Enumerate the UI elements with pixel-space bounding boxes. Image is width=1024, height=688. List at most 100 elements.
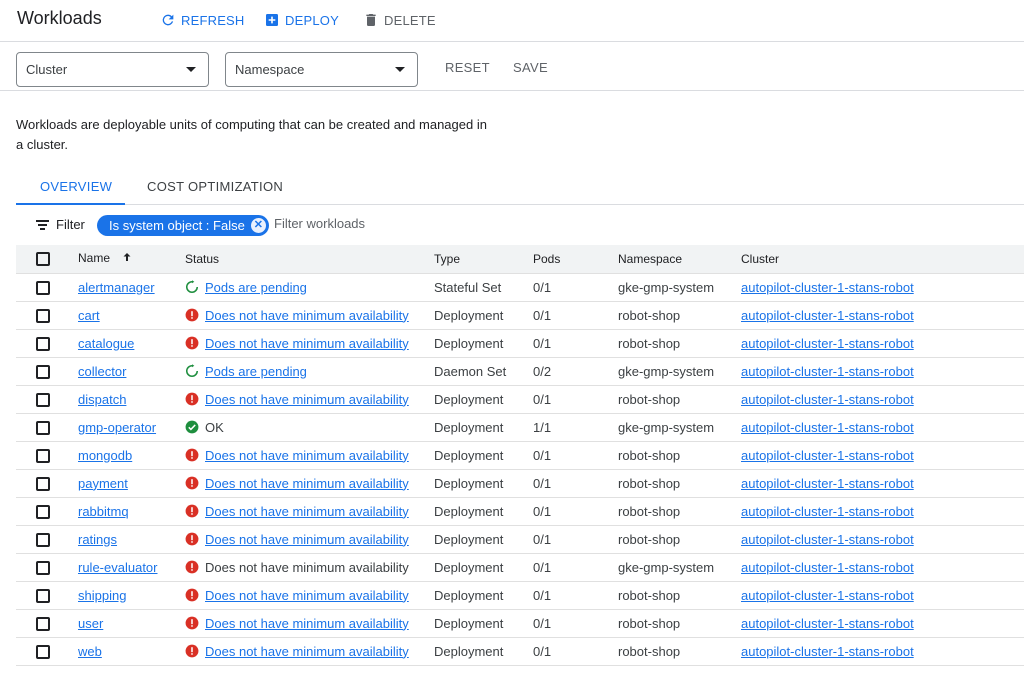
status-cell: Does not have minimum availability xyxy=(185,476,434,491)
cluster-link[interactable]: autopilot-cluster-1-stans-robot xyxy=(741,560,914,575)
row-checkbox[interactable] xyxy=(36,532,50,547)
column-header-name[interactable]: Name xyxy=(78,245,185,273)
cluster-link[interactable]: autopilot-cluster-1-stans-robot xyxy=(741,616,914,631)
pods-cell: 0/1 xyxy=(533,503,552,519)
refresh-label: REFRESH xyxy=(181,12,245,28)
pods-cell: 0/1 xyxy=(533,559,552,575)
status-text[interactable]: Does not have minimum availability xyxy=(205,532,409,547)
cluster-link[interactable]: autopilot-cluster-1-stans-robot xyxy=(741,504,914,519)
workload-name-link[interactable]: rabbitmq xyxy=(78,504,129,519)
cluster-select-value: Cluster xyxy=(26,62,68,77)
workload-name-link[interactable]: ratings xyxy=(78,532,117,547)
type-cell: Deployment xyxy=(434,419,504,435)
namespace-select[interactable]: Namespace xyxy=(225,52,418,87)
workload-name-link[interactable]: user xyxy=(78,616,103,631)
column-header-cluster[interactable]: Cluster xyxy=(741,245,1024,273)
type-cell: Deployment xyxy=(434,531,504,547)
status-text[interactable]: Does not have minimum availability xyxy=(205,588,409,603)
row-checkbox[interactable] xyxy=(36,336,50,351)
pods-cell: 0/1 xyxy=(533,335,552,351)
workloads-table: Name Status Type Pods Namespace Cluster … xyxy=(16,245,1024,666)
row-checkbox[interactable] xyxy=(36,420,50,435)
column-header-namespace[interactable]: Namespace xyxy=(618,245,741,273)
table-row: user Does not have minimum availability De… xyxy=(16,609,1024,637)
delete-button[interactable]: DELETE xyxy=(363,11,436,29)
workload-name-link[interactable]: web xyxy=(78,644,102,659)
row-checkbox[interactable] xyxy=(36,616,50,631)
column-header-status[interactable]: Status xyxy=(185,245,434,273)
cluster-link[interactable]: autopilot-cluster-1-stans-robot xyxy=(741,532,914,547)
deploy-button[interactable]: DEPLOY xyxy=(264,11,339,29)
status-text[interactable]: Does not have minimum availability xyxy=(205,336,409,351)
row-checkbox[interactable] xyxy=(36,448,50,463)
error-icon xyxy=(185,336,199,350)
cluster-link[interactable]: autopilot-cluster-1-stans-robot xyxy=(741,280,914,295)
namespace-cell: gke-gmp-system xyxy=(618,559,715,575)
pods-cell: 0/1 xyxy=(533,475,552,491)
trash-icon xyxy=(363,12,379,28)
status-text[interactable]: Pods are pending xyxy=(205,364,307,379)
row-checkbox[interactable] xyxy=(36,588,50,603)
row-checkbox[interactable] xyxy=(36,392,50,407)
workload-name-link[interactable]: dispatch xyxy=(78,392,126,407)
select-all-checkbox[interactable] xyxy=(36,252,50,267)
row-checkbox[interactable] xyxy=(36,644,50,659)
cluster-link[interactable]: autopilot-cluster-1-stans-robot xyxy=(741,392,914,407)
workload-name-link[interactable]: collector xyxy=(78,364,126,379)
row-checkbox[interactable] xyxy=(36,280,50,295)
workload-name-link[interactable]: cart xyxy=(78,308,100,323)
type-cell: Deployment xyxy=(434,391,504,407)
refresh-button[interactable]: REFRESH xyxy=(160,11,245,29)
workload-name-link[interactable]: catalogue xyxy=(78,336,134,351)
workload-name-link[interactable]: rule-evaluator xyxy=(78,560,158,575)
type-cell: Daemon Set xyxy=(434,363,507,379)
status-text[interactable]: Does not have minimum availability xyxy=(205,392,409,407)
cluster-link[interactable]: autopilot-cluster-1-stans-robot xyxy=(741,588,914,603)
chip-remove-icon[interactable]: ✕ xyxy=(250,218,266,233)
status-text[interactable]: Does not have minimum availability xyxy=(205,308,409,323)
table-row: gmp-operator OK Deployment 1/1 gke-gmp-syste… xyxy=(16,413,1024,441)
filter-button[interactable]: Filter xyxy=(36,217,85,232)
error-icon xyxy=(185,532,199,546)
error-icon xyxy=(185,448,199,462)
cluster-link[interactable]: autopilot-cluster-1-stans-robot xyxy=(741,420,914,435)
filter-chip[interactable]: Is system object : False ✕ xyxy=(97,215,269,236)
type-cell: Stateful Set xyxy=(434,279,502,295)
status-cell: Does not have minimum availability xyxy=(185,588,434,603)
column-header-pods[interactable]: Pods xyxy=(533,245,618,273)
status-text[interactable]: Does not have minimum availability xyxy=(205,616,409,631)
row-checkbox[interactable] xyxy=(36,476,50,491)
row-checkbox[interactable] xyxy=(36,504,50,519)
workload-name-link[interactable]: alertmanager xyxy=(78,280,155,295)
filter-workloads-input[interactable] xyxy=(274,216,574,231)
cluster-link[interactable]: autopilot-cluster-1-stans-robot xyxy=(741,336,914,351)
workload-name-link[interactable]: payment xyxy=(78,476,128,491)
cluster-link[interactable]: autopilot-cluster-1-stans-robot xyxy=(741,476,914,491)
table-row: payment Does not have minimum availabilit… xyxy=(16,469,1024,497)
workload-name-link[interactable]: gmp-operator xyxy=(78,420,156,435)
namespace-select-value: Namespace xyxy=(235,62,305,77)
workload-name-link[interactable]: shipping xyxy=(78,588,126,603)
tab-cost-optimization[interactable]: COST OPTIMIZATION xyxy=(147,179,283,194)
cluster-link[interactable]: autopilot-cluster-1-stans-robot xyxy=(741,364,914,379)
table-row: ratings Does not have minimum availabilit… xyxy=(16,525,1024,553)
cluster-link[interactable]: autopilot-cluster-1-stans-robot xyxy=(741,644,914,659)
column-header-type[interactable]: Type xyxy=(434,245,533,273)
cluster-link[interactable]: autopilot-cluster-1-stans-robot xyxy=(741,448,914,463)
cluster-select[interactable]: Cluster xyxy=(16,52,209,87)
row-checkbox[interactable] xyxy=(36,308,50,323)
status-text[interactable]: Does not have minimum availability xyxy=(205,504,409,519)
namespace-cell: gke-gmp-system xyxy=(618,363,715,379)
status-text[interactable]: Pods are pending xyxy=(205,280,307,295)
row-checkbox[interactable] xyxy=(36,364,50,379)
status-text[interactable]: Does not have minimum availability xyxy=(205,476,409,491)
cluster-link[interactable]: autopilot-cluster-1-stans-robot xyxy=(741,308,914,323)
reset-button[interactable]: RESET xyxy=(445,60,490,75)
status-text[interactable]: Does not have minimum availability xyxy=(205,644,409,659)
status-text[interactable]: Does not have minimum availability xyxy=(205,448,409,463)
add-box-icon xyxy=(264,12,280,28)
save-button[interactable]: SAVE xyxy=(513,60,548,75)
row-checkbox[interactable] xyxy=(36,560,50,575)
workload-name-link[interactable]: mongodb xyxy=(78,448,132,463)
tab-overview[interactable]: OVERVIEW xyxy=(40,179,112,194)
